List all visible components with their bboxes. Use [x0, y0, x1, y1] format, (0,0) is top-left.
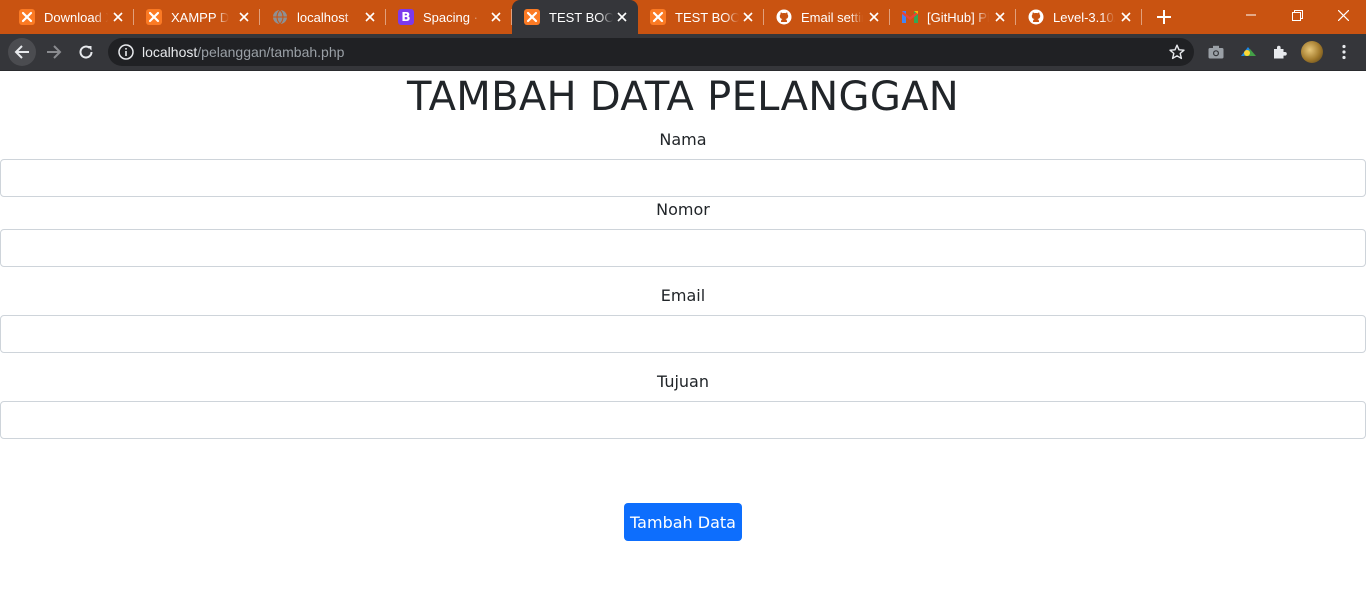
- url-text[interactable]: localhost/pelanggan/tambah.php: [142, 44, 344, 60]
- arrow-right-icon: [47, 45, 62, 59]
- browser-toolbar: localhost/pelanggan/tambah.php: [0, 34, 1366, 71]
- github-icon: [1028, 9, 1044, 25]
- address-bar[interactable]: localhost/pelanggan/tambah.php: [108, 38, 1194, 66]
- close-icon[interactable]: [362, 9, 378, 25]
- gmail-icon: [902, 9, 918, 25]
- back-button[interactable]: [8, 38, 36, 66]
- restore-icon: [1291, 9, 1303, 21]
- tab-email-settings[interactable]: Email settin: [764, 0, 890, 34]
- close-icon[interactable]: [992, 9, 1008, 25]
- bookmark-star-icon[interactable]: [1168, 43, 1186, 61]
- profile-avatar[interactable]: [1301, 41, 1323, 63]
- tab-download-xampp[interactable]: Download XAMPP: [0, 0, 134, 34]
- tambah-data-button[interactable]: Tambah Data: [624, 503, 742, 541]
- reload-icon: [79, 45, 93, 59]
- restore-button[interactable]: [1274, 0, 1320, 30]
- new-tab-button[interactable]: [1152, 5, 1176, 29]
- extension-eyedropper-button[interactable]: [1234, 38, 1262, 66]
- reload-button[interactable]: [72, 38, 100, 66]
- globe-icon: [272, 9, 288, 25]
- page-title: TAMBAH DATA PELANGGAN: [406, 74, 960, 120]
- tab-title: XAMPP Dow: [171, 9, 229, 25]
- tujuan-input[interactable]: [0, 401, 1366, 439]
- minimize-icon: [1246, 14, 1256, 16]
- url-path: /pelanggan/tambah.php: [197, 44, 345, 60]
- forward-button[interactable]: [40, 38, 68, 66]
- tab-bootstrap-spacing[interactable]: B Spacing · Bo: [386, 0, 512, 34]
- plus-icon: [1157, 10, 1171, 24]
- tab-title: Download XAMPP: [44, 9, 108, 25]
- email-label: Email: [660, 286, 706, 305]
- tab-title: Spacing · Bo: [423, 9, 481, 25]
- url-host: localhost: [142, 44, 198, 60]
- close-icon[interactable]: [1118, 9, 1134, 25]
- close-icon[interactable]: [866, 9, 882, 25]
- close-icon: [1337, 9, 1349, 21]
- nama-label: Nama: [659, 130, 707, 149]
- email-input[interactable]: [0, 315, 1366, 353]
- tab-level-310[interactable]: Level-3.10/P: [1016, 0, 1142, 34]
- tab-localhost[interactable]: localhost: [260, 0, 386, 34]
- close-icon[interactable]: [236, 9, 252, 25]
- close-icon[interactable]: [488, 9, 504, 25]
- extensions-button[interactable]: [1266, 38, 1294, 66]
- xampp-icon: [524, 9, 540, 25]
- xampp-icon: [146, 9, 162, 25]
- tab-strip: Download XAMPP XAMPP Dow localhost B Spa…: [0, 0, 1366, 34]
- nomor-label: Nomor: [656, 200, 710, 219]
- tab-xampp-download[interactable]: XAMPP Dow: [134, 0, 260, 34]
- close-icon[interactable]: [614, 9, 630, 25]
- nomor-input[interactable]: [0, 229, 1366, 267]
- tab-test-bootstrap-active[interactable]: TEST BOOTS: [512, 0, 638, 34]
- bootstrap-icon: B: [398, 9, 414, 25]
- tab-title: [GitHub] Ple: [927, 9, 989, 25]
- tujuan-label: Tujuan: [656, 372, 709, 391]
- window-close-button[interactable]: [1320, 0, 1366, 30]
- nama-input[interactable]: [0, 159, 1366, 197]
- browser-menu-button[interactable]: [1330, 38, 1358, 66]
- arrow-left-icon: [14, 45, 29, 59]
- puzzle-icon: [1274, 45, 1287, 59]
- tab-github-mail[interactable]: [GitHub] Ple: [890, 0, 1016, 34]
- screenshot-button[interactable]: [1202, 38, 1230, 66]
- tab-title: TEST BOOTS: [549, 9, 613, 25]
- kebab-menu-icon: [1342, 44, 1346, 60]
- xampp-icon: [650, 9, 666, 25]
- color-picker-extension-icon: [1241, 47, 1256, 56]
- github-icon: [776, 9, 792, 25]
- close-icon[interactable]: [740, 9, 756, 25]
- close-icon[interactable]: [110, 9, 126, 25]
- tab-title: localhost: [297, 9, 349, 25]
- tab-title: Level-3.10/P: [1053, 9, 1115, 25]
- tab-divider: [1141, 9, 1142, 25]
- camera-icon: [1208, 45, 1224, 59]
- page-content: TAMBAH DATA PELANGGAN Nama Nomor Email T…: [0, 71, 1366, 602]
- minimize-button[interactable]: [1228, 0, 1274, 30]
- xampp-icon: [19, 9, 35, 25]
- tab-title: TEST BOOTS: [675, 9, 739, 25]
- tab-test-bootstrap[interactable]: TEST BOOTS: [638, 0, 764, 34]
- tab-title: Email settin: [801, 9, 863, 25]
- info-icon[interactable]: [118, 44, 134, 60]
